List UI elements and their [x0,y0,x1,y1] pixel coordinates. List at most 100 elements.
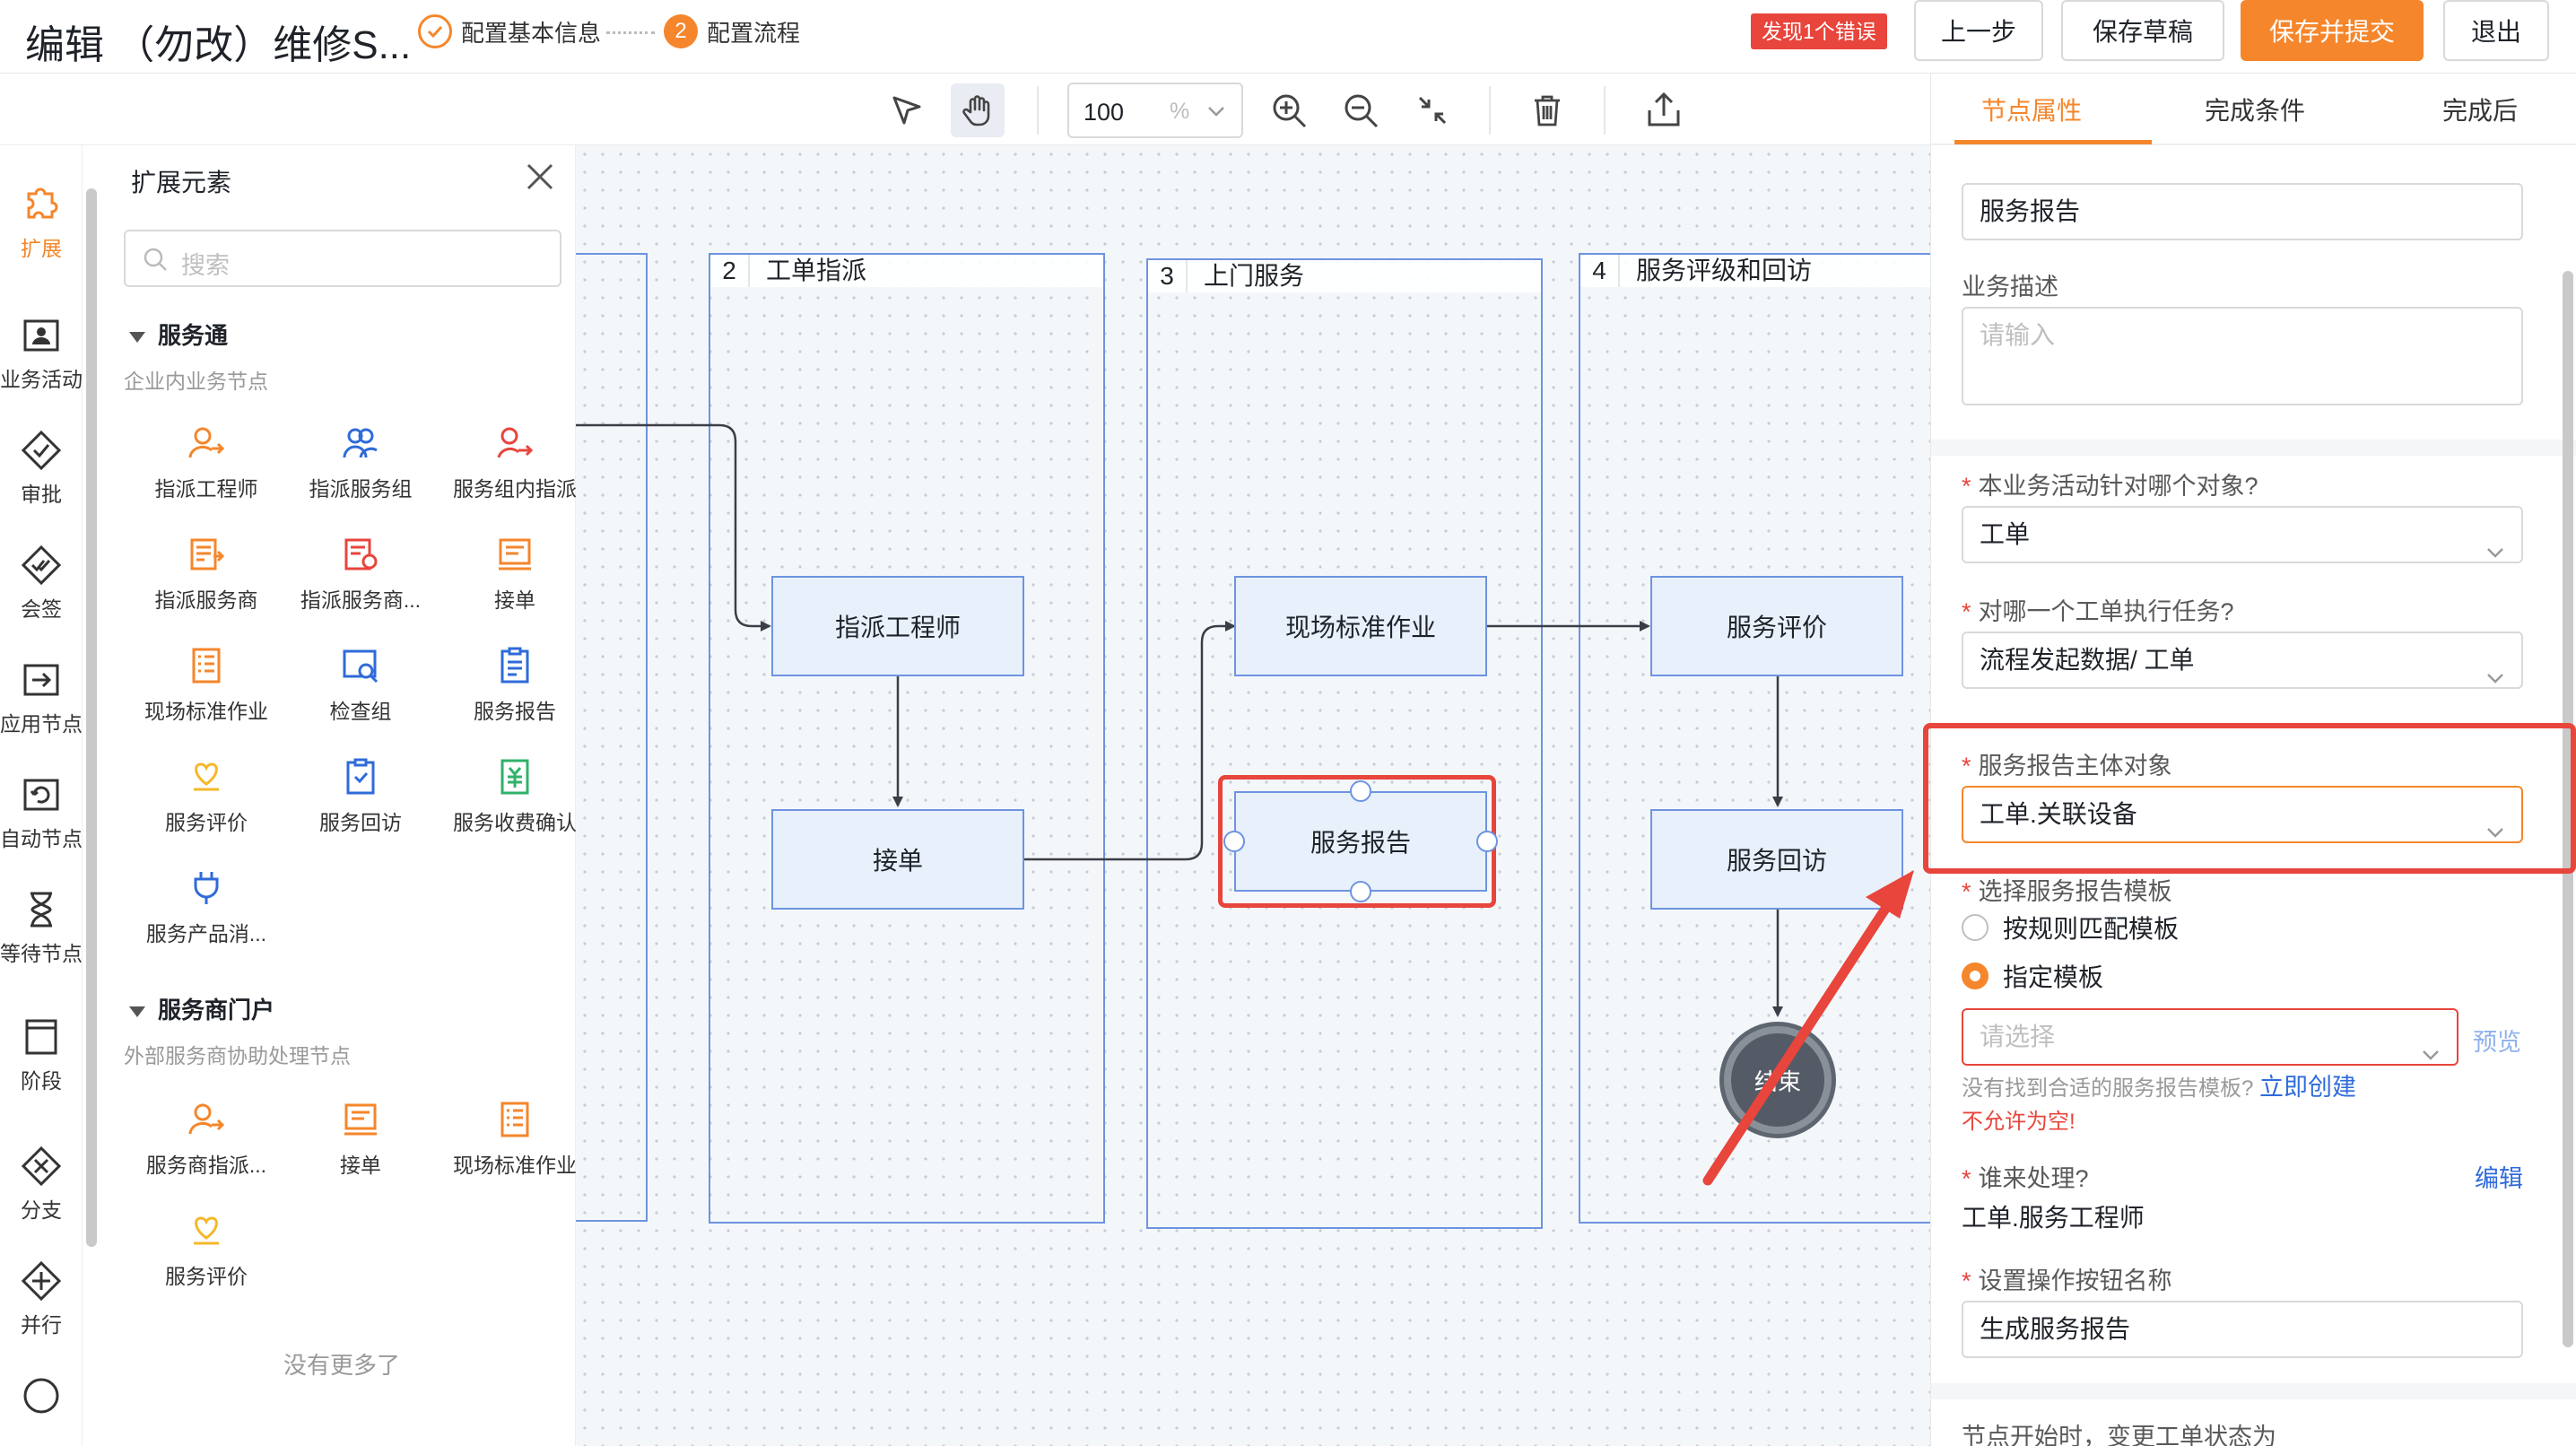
desc-label: 业务描述 [1962,274,2058,301]
radio-specified-template[interactable]: 指定模板 [1962,958,2103,994]
rail-item-wait-node[interactable]: 等待节点 [0,890,83,967]
ext-item-assign-provider[interactable]: 指派服务商 [129,535,283,614]
ext-item-assign-engineer[interactable]: 指派工程师 [129,423,283,502]
radio-dot [1962,914,1989,941]
zoom-select[interactable]: 100 % [1067,83,1243,138]
extension-panel: 扩展元素 搜索 服务通 企业内业务节点 指派工程师 指派服务组 服务组内指派 指… [108,145,577,1446]
connect-handle-right[interactable] [1476,831,1498,852]
rail-item-branch[interactable]: 分支 [0,1146,83,1224]
pointer-icon[interactable] [886,90,927,131]
node-service-revisit[interactable]: 服务回访 [1650,809,1903,910]
tab-after-completion[interactable]: 完成后 [2442,91,2518,127]
desc-textarea[interactable]: 请输入 [1962,307,2523,405]
search-input[interactable]: 搜索 [124,230,561,287]
rail-item-parallel[interactable]: 并行 [0,1261,83,1338]
checklist-icon [192,648,221,684]
zoom-in-icon[interactable] [1268,90,1310,131]
top-header: 编辑 （勿改）维修S... 配置基本信息 2 配置流程 发现1个错误 上一步 保… [0,0,2576,74]
status-change-label: 节点开始时，变更工单状态为 [1962,1424,2276,1446]
rail-item-app-node[interactable]: 应用节点 [0,660,83,737]
exit-button[interactable]: 退出 [2443,0,2549,61]
error-badge[interactable]: 发现1个错误 [1751,13,1887,49]
which-label: * 对哪一个工单执行任务? [1962,598,2234,625]
handler-value: 工单.服务工程师 [1962,1204,2145,1232]
caret-down-icon [129,332,145,344]
toolbar-divider [1604,86,1606,135]
node-onsite-standard[interactable]: 现场标准作业 [1234,576,1487,676]
ext-item-provider-onsite[interactable]: 现场标准作业 [438,1100,592,1179]
ext-item-check-group[interactable]: 检查组 [283,646,438,725]
radio-rule-match[interactable]: 按规则匹配模板 [1962,910,2179,945]
fit-icon[interactable] [1412,90,1453,131]
step-configure-flow[interactable]: 2 配置流程 [664,14,800,48]
node-end[interactable]: 结束 [1724,1026,1832,1134]
create-now-link[interactable]: 立即创建 [2259,1074,2356,1101]
group-title[interactable]: 服务通 [129,318,228,351]
ext-item-accept[interactable]: 接单 [438,535,592,614]
accept-icon [499,538,531,571]
preview-link[interactable]: 预览 [2473,1023,2521,1058]
tab-node-properties[interactable]: 节点属性 [1981,91,2082,127]
connect-handle-top[interactable] [1350,780,1371,802]
rail-scrollbar[interactable] [86,188,97,1247]
ext-item-assign-group[interactable]: 指派服务组 [283,423,438,502]
node-service-report[interactable]: 服务报告 [1234,791,1487,892]
step-label: 配置基本信息 [461,19,602,47]
export-icon[interactable] [1643,90,1684,131]
ext-item-service-evaluation[interactable]: 服务评价 [129,757,283,836]
ext-item-service-report[interactable]: 服务报告 [438,646,592,725]
target-select[interactable]: 工单 [1962,506,2523,563]
ext-item-provider-assign[interactable]: 服务商指派... [129,1100,283,1179]
node-service-evaluation[interactable]: 服务评价 [1650,576,1903,676]
button-name-input[interactable]: 生成服务报告 [1962,1301,2523,1358]
ext-item-assign-provider-2[interactable]: 指派服务商... [283,535,438,614]
rail-item-end[interactable] [0,1376,83,1423]
node-assign-engineer[interactable]: 指派工程师 [771,576,1024,676]
left-rail: 扩展 业务活动 审批 会签 应用节点 自动节点 等待节点 阶段 分支 并行 [0,145,83,1446]
close-icon[interactable] [525,161,555,196]
step-connector [606,31,655,34]
fee-icon [500,759,529,795]
diamond-check-icon [22,431,61,470]
ext-item-provider-accept[interactable]: 接单 [283,1100,438,1179]
caret-down-icon [129,1006,145,1018]
rail-item-stage[interactable]: 阶段 [0,1017,83,1094]
group-title[interactable]: 服务商门户 [129,992,274,1025]
ext-item-onsite[interactable]: 现场标准作业 [129,646,283,725]
rail-item-countersign[interactable]: 会签 [0,545,83,623]
plug-icon [194,872,219,904]
zoom-out-icon[interactable] [1340,90,1381,131]
puzzle-icon [27,187,58,219]
zoom-unit: % [1170,99,1190,124]
toolbar-divider [1037,86,1039,135]
rail-item-approval[interactable]: 审批 [0,431,83,508]
assign-engineer-icon [188,1103,225,1135]
prev-step-button[interactable]: 上一步 [1914,0,2043,61]
flow-canvas[interactable]: 2 工单指派 3 上门服务 4 服务评级和回访 指派工程师 接单 现场标准作业 服务评… [576,145,1930,1446]
heart-hand-icon [194,1216,219,1245]
save-submit-button[interactable]: 保存并提交 [2241,0,2424,61]
ext-item-product-consume[interactable]: 服务产品消... [129,868,283,947]
connect-handle-left[interactable] [1223,831,1245,852]
hand-icon[interactable] [951,83,1005,137]
heart-hand-icon [194,762,219,791]
tab-completion-conditions[interactable]: 完成条件 [2205,91,2305,127]
ext-item-assign-in-group[interactable]: 服务组内指派 [438,423,592,502]
which-select[interactable]: 流程发起数据/ 工单 [1962,632,2523,689]
edit-handler-link[interactable]: 编辑 [2475,1159,2523,1194]
step-basic-info[interactable]: 配置基本信息 [418,14,601,48]
node-accept[interactable]: 接单 [771,809,1024,910]
template-select[interactable]: 请选择 [1962,1008,2459,1066]
node-name-input[interactable]: 服务报告 [1962,183,2523,240]
delete-icon[interactable] [1527,90,1568,131]
ext-item-provider-evaluation[interactable]: 服务评价 [129,1211,283,1290]
rail-item-extension[interactable]: 扩展 [0,181,83,262]
ext-item-fee-confirm[interactable]: 服务收费确认 [438,757,592,836]
auto-loop-icon [23,779,59,811]
connect-handle-bottom[interactable] [1350,881,1371,902]
rail-item-business-activity[interactable]: 业务活动 [0,316,83,393]
save-draft-button[interactable]: 保存草稿 [2061,0,2224,61]
page-title: 编辑 （勿改）维修S... [25,23,412,67]
rail-item-auto-node[interactable]: 自动节点 [0,775,83,852]
ext-item-service-revisit[interactable]: 服务回访 [283,757,438,836]
